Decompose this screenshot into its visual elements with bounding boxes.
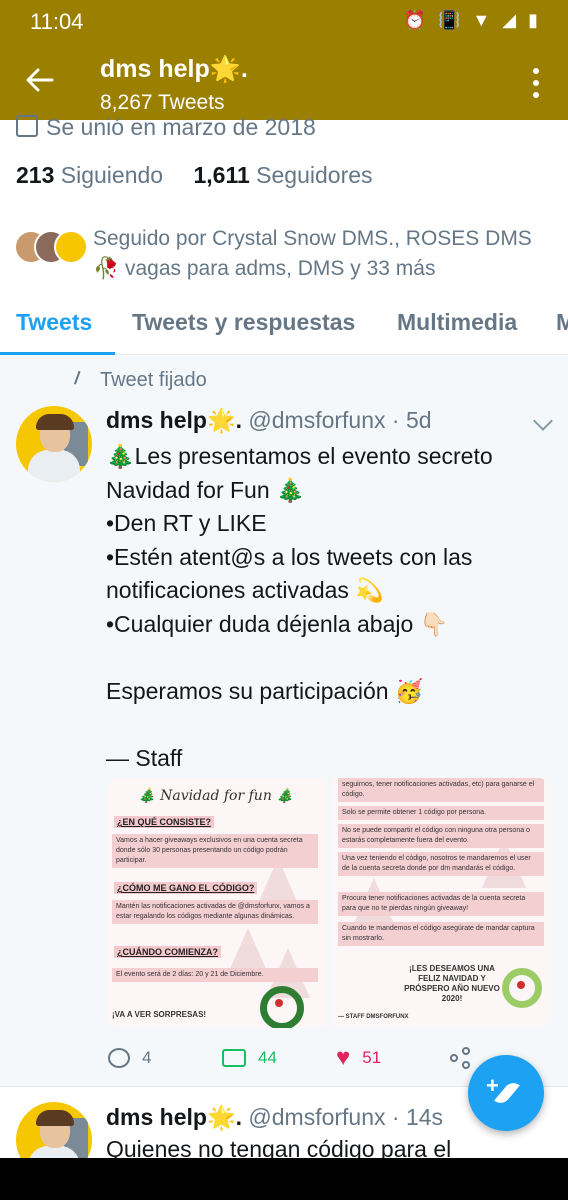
more-options-icon[interactable] <box>526 66 546 100</box>
retweet-count: 44 <box>258 1048 277 1067</box>
author-handle-time: @dmsforfunx · 14s <box>248 1104 444 1130</box>
profile-tabs: Tweets Tweets y respuestas Multimedia M <box>0 295 568 355</box>
image-text: Solo se permite obtener 1 código por per… <box>338 806 544 820</box>
image-text: El evento será de 2 días: 20 y 21 de Dic… <box>112 968 318 982</box>
image-heading: ¿CUÁNDO COMIENZA? <box>114 946 221 958</box>
image-text: Procura tener notificaciones activadas d… <box>338 892 544 916</box>
media-image-1[interactable]: 🎄 Navidad for fun 🎄 ¿EN QUÉ CONSISTE? Va… <box>106 778 326 1028</box>
retweet-icon <box>222 1049 246 1067</box>
image-heading: ¿EN QUÉ CONSISTE? <box>114 816 215 828</box>
image-footer: ¡VA A VER SORPRESAS! <box>112 1010 207 1019</box>
tab-tweets[interactable]: Tweets <box>16 309 92 336</box>
status-bar: 11:04 ⏰ 📳 ▼ ◢ ▮ <box>0 0 568 44</box>
avatar <box>54 230 88 264</box>
followed-by-text: Seguido por Crystal Snow DMS., ROSES DMS… <box>93 227 532 280</box>
tab-likes[interactable]: M <box>556 309 568 336</box>
compose-tweet-button[interactable]: + <box>468 1055 544 1131</box>
followers-label[interactable]: Seguidores <box>256 162 372 188</box>
author-handle-time: @dmsforfunx · 5d <box>248 407 432 433</box>
app-bar: dms help🌟. 8,267 Tweets <box>0 44 568 120</box>
image-text: Una vez teniendo el código, nosotros te … <box>338 852 544 876</box>
followers-count[interactable]: 1,611 <box>193 162 249 188</box>
reply-count: 4 <box>142 1048 152 1067</box>
follower-avatars <box>14 230 88 266</box>
retweet-button[interactable]: 44 <box>222 1044 277 1072</box>
reply-button[interactable]: 4 <box>108 1044 151 1072</box>
image-text: Mantén las notificaciones activadas de @… <box>112 900 318 924</box>
tweet-line: Esperamos su participación 🥳 <box>106 677 424 704</box>
tree-ornament <box>502 968 542 1008</box>
image-text: Vamos a hacer giveaways exclusivos en un… <box>112 834 318 868</box>
image-text: seguirnos, tener notificaciones activada… <box>338 778 544 802</box>
following-label[interactable]: Siguiendo <box>61 162 163 188</box>
pin-icon <box>73 370 89 388</box>
share-button[interactable] <box>450 1044 472 1072</box>
wifi-icon: ▼ <box>472 10 491 30</box>
tweet-header: dms help🌟. @dmsforfunx · 14s <box>106 1104 443 1131</box>
author-name[interactable]: dms help🌟. <box>106 1104 242 1130</box>
like-button[interactable]: ♥ 51 <box>336 1044 381 1072</box>
tweet-line: •Estén atent@s a los tweets con las <box>106 543 473 570</box>
pinned-label-text: Tweet fijado <box>100 369 207 391</box>
alarm-icon: ⏰ <box>403 10 426 30</box>
tweet-line <box>106 641 546 675</box>
image-heading: ¿CÓMO ME GANO EL CÓDIGO? <box>114 882 258 894</box>
avatar-hair <box>36 414 74 430</box>
tweet-media[interactable]: 🎄 Navidad for fun 🎄 ¿EN QUÉ CONSISTE? Va… <box>106 778 552 1028</box>
image-text: Cuando te mandemos el código asegúrate d… <box>338 922 544 946</box>
join-date-text: Se unió en marzo de 2018 <box>46 114 316 140</box>
wreath-decoration <box>260 986 304 1028</box>
like-count: 51 <box>362 1048 382 1067</box>
image-greeting: ¡LES DESEAMOS UNA FELIZ NAVIDAD Y PRÓSPE… <box>404 964 500 1003</box>
vibrate-icon: 📳 <box>438 10 461 30</box>
author-avatar[interactable] <box>16 406 92 482</box>
tweet-line: Navidad for Fun 🎄 <box>106 476 305 503</box>
following-count[interactable]: 213 <box>16 162 54 188</box>
avatar-hair <box>36 1110 74 1126</box>
tab-tweets-replies[interactable]: Tweets y respuestas <box>132 309 355 336</box>
signal-icon: ◢ <box>502 10 517 30</box>
author-name[interactable]: dms help🌟. <box>106 407 242 433</box>
tweet-line: notificaciones activadas 💫 <box>106 577 384 603</box>
image-text: No se puede compartir el código con ning… <box>338 824 544 848</box>
calendar-icon <box>16 115 38 137</box>
heart-icon: ♥ <box>336 1044 351 1071</box>
join-date: Se unió en marzo de 2018 <box>16 114 316 141</box>
reply-icon <box>108 1048 130 1068</box>
tweet-header: dms help🌟. @dmsforfunx · 5d <box>106 407 432 434</box>
tweet-line: 🎄Les presentamos el evento secreto <box>106 443 493 469</box>
image-title: 🎄 Navidad for fun 🎄 <box>138 788 294 804</box>
avatar-shirt <box>28 450 80 482</box>
tweet-line: — Staff <box>106 744 183 771</box>
tweet-line <box>106 708 546 742</box>
tab-media[interactable]: Multimedia <box>397 309 517 336</box>
image-signature: — STAFF DMSFORFUNX <box>338 1014 409 1020</box>
tweet-line: •Den RT y LIKE <box>106 510 267 536</box>
status-icons: ⏰ 📳 ▼ ◢ ▮ <box>404 10 538 31</box>
follow-stats: 213 Siguiendo 1,611 Seguidores <box>16 162 397 189</box>
battery-icon: ▮ <box>528 10 538 30</box>
tweet-line: •Cualquier duda déjenla abajo 👇🏻 <box>106 610 449 637</box>
pinned-label: Tweet fijado <box>73 369 207 392</box>
active-tab-indicator <box>0 352 115 355</box>
status-time: 11:04 <box>30 9 84 34</box>
system-navigation-bar <box>0 1158 568 1200</box>
share-icon <box>450 1047 472 1069</box>
back-arrow-icon[interactable] <box>24 64 56 96</box>
profile-title: dms help🌟. <box>100 55 248 83</box>
media-image-2[interactable]: seguirnos, tener notificaciones activada… <box>332 778 552 1028</box>
tweet-text: 🎄Les presentamos el evento secreto Navid… <box>106 440 546 775</box>
tweet-count: 8,267 Tweets <box>100 91 225 114</box>
